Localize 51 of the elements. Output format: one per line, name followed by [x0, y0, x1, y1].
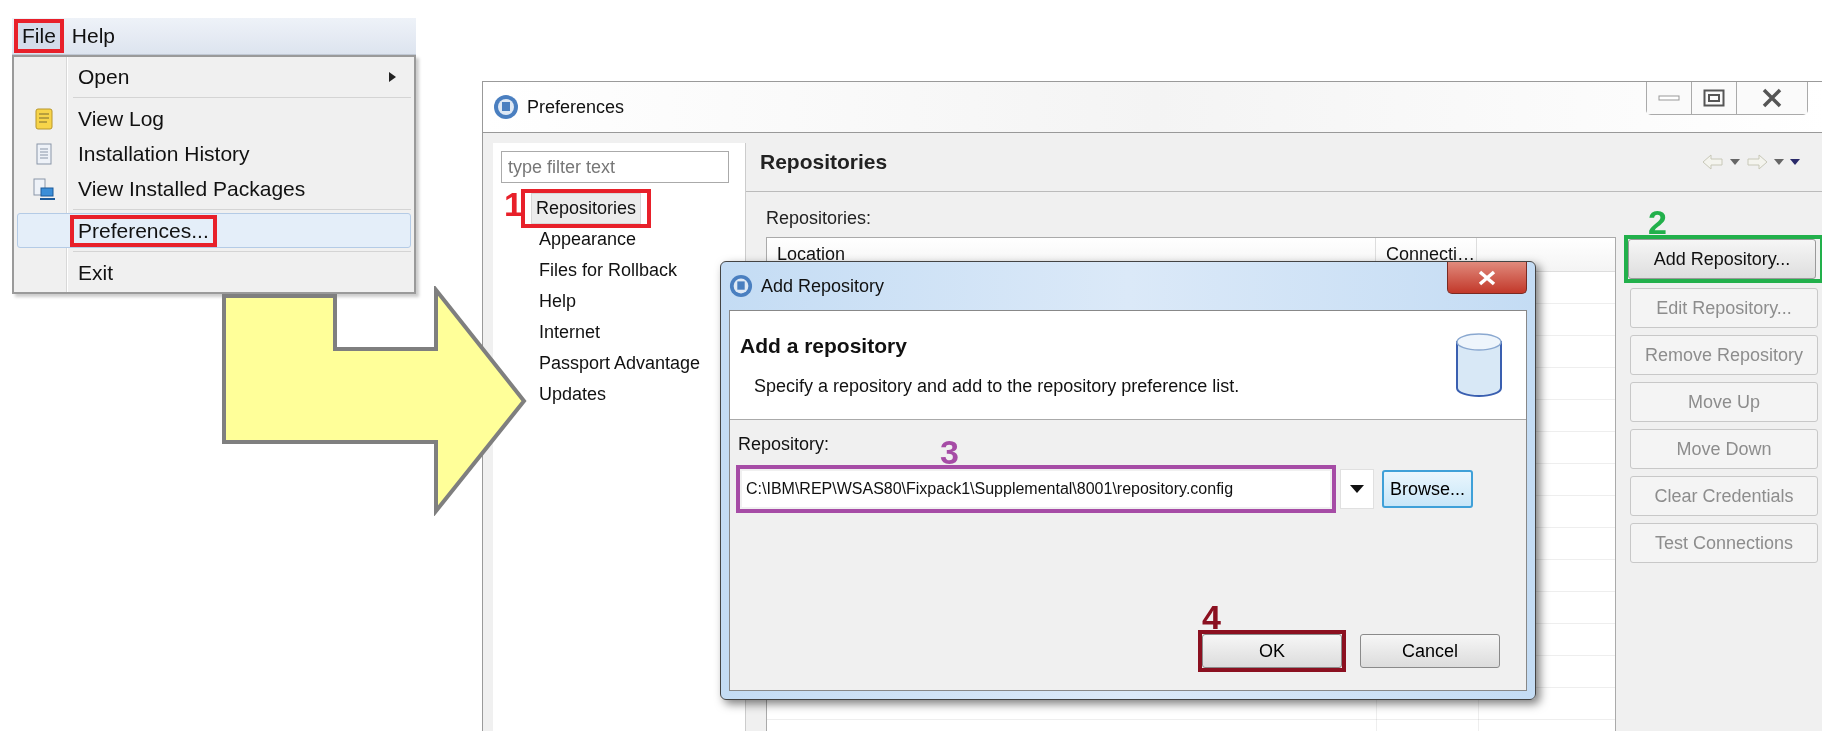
close-button[interactable] — [1447, 262, 1527, 294]
menu-item[interactable]: Exit — [17, 255, 411, 290]
nav-item[interactable]: Repositories — [531, 193, 642, 224]
nav-item[interactable]: Files for Rollback — [535, 255, 682, 286]
close-button[interactable] — [1737, 82, 1807, 114]
section-label: Repositories: — [766, 208, 872, 229]
side-button[interactable]: Add Repository... — [1628, 239, 1816, 279]
step-number: 4 — [1202, 600, 1221, 634]
close-icon — [1761, 88, 1783, 108]
notepad-icon — [34, 106, 54, 131]
dropdown-caret-icon[interactable] — [1774, 159, 1784, 165]
database-icon — [1454, 332, 1504, 398]
menu-item[interactable]: Open — [17, 59, 411, 94]
menu-item[interactable]: Preferences... — [17, 213, 411, 248]
step-number: 1 — [504, 187, 523, 221]
minimize-icon — [1658, 95, 1680, 101]
filter-field[interactable]: type filter text — [501, 151, 729, 183]
dialog-description: Specify a repository and add to the repository preference list. — [753, 375, 1241, 397]
dialog-heading: Add a repository — [740, 333, 908, 358]
step-number: 2 — [1648, 205, 1667, 239]
nav-item[interactable]: Help — [535, 286, 581, 317]
dropdown-caret-icon[interactable] — [1730, 159, 1740, 165]
browse-button[interactable]: Browse... — [1382, 470, 1474, 508]
menu-bar-item[interactable]: Help — [67, 23, 120, 49]
view-menu-icon[interactable] — [1790, 159, 1800, 165]
highlight-frame: Preferences... — [70, 214, 217, 247]
step-number: 3 — [940, 435, 959, 469]
repository-field[interactable]: C:\IBM\REP\WSAS80\Fixpack1\Supplemental\8001\repository.config — [742, 471, 1330, 507]
window-title: Preferences — [527, 96, 625, 118]
menu-item[interactable]: View Log — [17, 101, 411, 136]
menu-item[interactable]: View Installed Packages — [17, 171, 411, 206]
field-label: Repository: — [738, 434, 830, 455]
page-title: Repositories — [760, 150, 888, 174]
dialog-title: Add Repository — [761, 275, 885, 297]
dropdown-button[interactable] — [1340, 469, 1374, 509]
dialog-button[interactable]: OK — [1202, 634, 1342, 668]
nav-item[interactable]: Passport Advantage — [535, 348, 705, 379]
maximize-icon — [1703, 89, 1725, 107]
computer-icon — [32, 176, 56, 201]
menu-bar-item[interactable]: File — [18, 23, 60, 49]
menu-item[interactable]: Installation History — [17, 136, 411, 171]
nav-item[interactable]: Internet — [535, 317, 605, 348]
nav-item[interactable]: Appearance — [535, 224, 641, 255]
app-icon — [493, 94, 519, 120]
app-icon — [729, 274, 753, 298]
dropdown-caret-icon — [1350, 485, 1364, 493]
document-icon — [35, 141, 53, 166]
submenu-arrow-icon — [389, 71, 396, 82]
close-icon — [1477, 269, 1497, 286]
dialog-button[interactable]: Cancel — [1360, 634, 1500, 668]
nav-item[interactable]: Updates — [535, 379, 611, 410]
